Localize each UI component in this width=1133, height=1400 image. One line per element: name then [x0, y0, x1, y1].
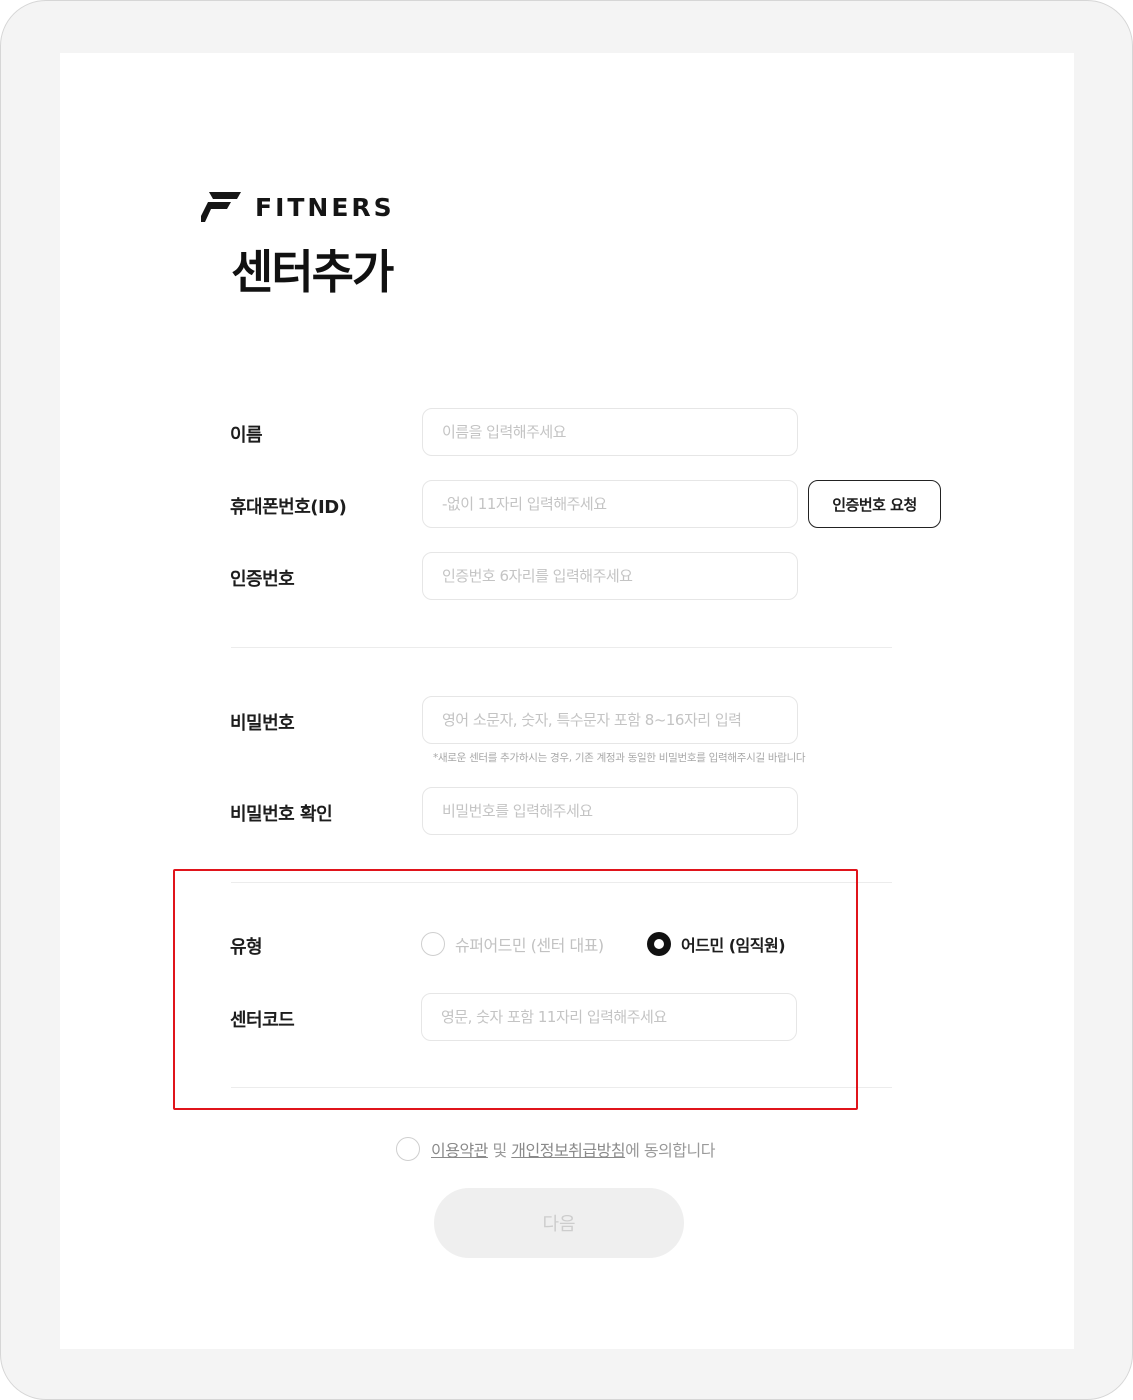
- request-auth-code-button[interactable]: 인증번호 요청: [808, 480, 941, 528]
- agreement-checkbox[interactable]: [396, 1137, 420, 1161]
- brand-logo: FITNERS: [201, 192, 395, 222]
- password-label: 비밀번호: [230, 713, 295, 734]
- auth-code-label: 인증번호: [230, 569, 295, 590]
- type-label: 유형: [230, 937, 263, 958]
- agreement-text: 이용약관 및 개인정보취급방침에 동의합니다: [431, 1137, 715, 1161]
- password-confirm-label: 비밀번호 확인: [230, 804, 333, 825]
- auth-code-input[interactable]: [422, 552, 798, 600]
- section-divider: [231, 882, 892, 883]
- password-confirm-input[interactable]: [422, 787, 798, 835]
- radio-unchecked-icon[interactable]: [421, 932, 445, 956]
- type-option-super-admin[interactable]: 슈퍼어드민 (센터 대표): [421, 932, 604, 956]
- agreement-suffix: 에 동의합니다: [625, 1141, 715, 1160]
- type-option-label: 어드민 (임직원): [681, 936, 786, 955]
- phone-input[interactable]: [422, 480, 798, 528]
- agreement-and-text: 및: [487, 1141, 512, 1160]
- terms-link[interactable]: 이용약관: [431, 1141, 488, 1160]
- fitners-logo-icon: [201, 192, 241, 222]
- type-option-admin[interactable]: 어드민 (임직원): [647, 932, 786, 956]
- name-input[interactable]: [422, 408, 798, 456]
- password-input[interactable]: [422, 696, 798, 744]
- center-code-label: 센터코드: [230, 1010, 295, 1031]
- name-label: 이름: [230, 425, 263, 446]
- section-divider: [231, 647, 892, 648]
- radio-checked-icon[interactable]: [647, 932, 671, 956]
- section-divider: [231, 1087, 892, 1088]
- phone-label: 휴대폰번호(ID): [230, 497, 347, 518]
- type-option-label: 슈퍼어드민 (센터 대표): [455, 936, 604, 955]
- page-title: 센터추가: [231, 245, 394, 299]
- password-hint: *새로운 센터를 추가하시는 경우, 기존 계정과 동일한 비밀번호를 입력해주…: [433, 752, 806, 764]
- agreement-row[interactable]: 이용약관 및 개인정보취급방침에 동의합니다: [396, 1137, 715, 1161]
- brand-name: FITNERS: [255, 192, 395, 222]
- privacy-policy-link[interactable]: 개인정보취급방침: [511, 1141, 625, 1160]
- next-button[interactable]: 다음: [434, 1188, 684, 1258]
- center-code-input[interactable]: [421, 993, 797, 1041]
